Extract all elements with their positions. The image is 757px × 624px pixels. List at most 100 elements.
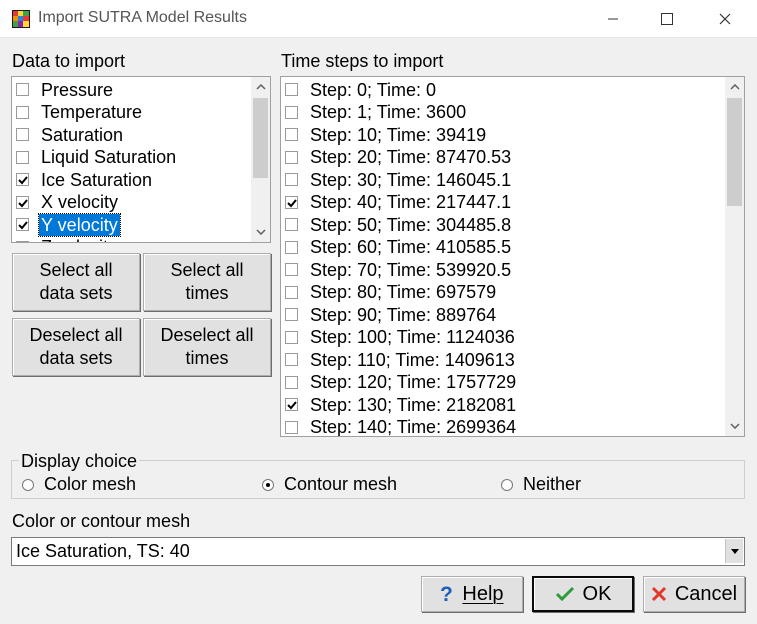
deselect-all-data-sets-button[interactable]: Deselect all data sets bbox=[12, 318, 140, 376]
deselect-all-times-button[interactable]: Deselect all times bbox=[143, 318, 271, 376]
checkbox[interactable] bbox=[16, 218, 29, 231]
time-step-item-label: Step: 10; Time: 39419 bbox=[310, 124, 487, 145]
time-step-item[interactable]: Step: 140; Time: 2699364 bbox=[285, 416, 518, 436]
checkbox[interactable] bbox=[285, 195, 298, 209]
time-step-item[interactable]: Step: 20; Time: 87470.53 bbox=[285, 146, 513, 169]
checkmark-icon bbox=[287, 401, 297, 410]
checkbox[interactable] bbox=[16, 240, 29, 242]
data-to-import-label: Data to import bbox=[12, 51, 126, 71]
time-steps-list[interactable]: Step: 140; Time: 2699364 Step: 130; Time:… bbox=[280, 76, 745, 437]
radio-contour-mesh[interactable]: Contour mesh bbox=[262, 474, 397, 495]
checkbox[interactable] bbox=[16, 105, 29, 119]
data-set-item-label: Liquid Saturation bbox=[41, 147, 177, 167]
time-step-item[interactable]: Step: 90; Time: 889764 bbox=[285, 303, 498, 326]
data-set-item[interactable]: X velocity bbox=[16, 191, 120, 214]
svg-text:?: ? bbox=[440, 584, 453, 604]
time-step-item[interactable]: Step: 10; Time: 39419 bbox=[285, 123, 488, 146]
data-set-item-label: Y velocity bbox=[38, 212, 121, 237]
scroll-down-icon[interactable] bbox=[251, 223, 270, 241]
time-step-item[interactable]: Step: 120; Time: 1757729 bbox=[285, 371, 518, 394]
help-button[interactable]: ? Help bbox=[421, 576, 523, 612]
time-step-item[interactable]: Step: 1; Time: 3600 bbox=[285, 101, 468, 124]
checkbox[interactable] bbox=[285, 218, 298, 231]
time-list-scrollbar[interactable] bbox=[725, 77, 744, 436]
cancel-x-icon bbox=[651, 586, 667, 602]
checkmark-icon bbox=[18, 221, 28, 230]
radio-icon[interactable] bbox=[262, 478, 274, 491]
data-set-item[interactable]: Z velocity bbox=[16, 236, 119, 242]
data-set-item[interactable]: Ice Saturation bbox=[16, 168, 154, 191]
time-step-item[interactable]: Step: 80; Time: 697579 bbox=[285, 281, 498, 304]
close-button[interactable] bbox=[699, 0, 751, 38]
chevron-down-icon[interactable] bbox=[725, 539, 743, 563]
radio-neither[interactable]: Neither bbox=[501, 474, 581, 495]
data-set-item[interactable]: Y velocity bbox=[16, 212, 121, 237]
radio-label: Neither bbox=[523, 474, 582, 494]
checkbox[interactable] bbox=[285, 353, 298, 366]
maximize-button[interactable] bbox=[641, 0, 693, 38]
checkbox[interactable] bbox=[285, 420, 298, 434]
time-step-item-label: Step: 70; Time: 539920.5 bbox=[310, 259, 512, 280]
time-step-item[interactable]: Step: 30; Time: 146045.1 bbox=[285, 168, 513, 191]
data-set-item[interactable]: Pressure bbox=[16, 78, 115, 101]
data-set-item[interactable]: Liquid Saturation bbox=[16, 146, 178, 169]
time-step-item[interactable]: Step: 110; Time: 1409613 bbox=[285, 348, 517, 371]
checkbox[interactable] bbox=[16, 173, 29, 186]
ok-button[interactable]: OK bbox=[532, 576, 634, 612]
scroll-thumb[interactable] bbox=[253, 98, 268, 178]
time-step-item[interactable]: Step: 60; Time: 410585.5 bbox=[285, 236, 513, 259]
radio-color-mesh[interactable]: Color mesh bbox=[22, 474, 136, 495]
time-step-item[interactable]: Step: 0; Time: 0 bbox=[285, 78, 438, 101]
data-set-item[interactable]: Temperature bbox=[16, 101, 144, 124]
checkbox[interactable] bbox=[285, 285, 298, 299]
data-set-item-label: Temperature bbox=[41, 102, 143, 122]
radio-icon[interactable] bbox=[501, 478, 513, 491]
checkbox[interactable] bbox=[16, 150, 29, 164]
scroll-thumb[interactable] bbox=[727, 98, 742, 206]
checkbox[interactable] bbox=[285, 150, 298, 164]
time-step-item-label: Step: 60; Time: 410585.5 bbox=[310, 237, 512, 257]
checkbox[interactable] bbox=[285, 83, 298, 96]
time-step-item[interactable]: Step: 40; Time: 217447.1 bbox=[285, 191, 513, 214]
maximize-icon bbox=[661, 13, 673, 25]
data-set-item-label: Z velocity bbox=[39, 236, 119, 242]
time-step-item-label: Step: 20; Time: 87470.53 bbox=[310, 147, 512, 167]
data-to-import-list[interactable]: Z velocityY velocityX velocityIce Satura… bbox=[11, 76, 271, 243]
time-step-item[interactable]: Step: 100; Time: 1124036 bbox=[285, 326, 517, 349]
data-set-item[interactable]: Saturation bbox=[16, 123, 125, 146]
checkbox[interactable] bbox=[285, 128, 298, 141]
time-step-item-label: Step: 110; Time: 1409613 bbox=[310, 349, 515, 370]
select-all-times-button[interactable]: Select all times bbox=[143, 253, 271, 311]
checkbox[interactable] bbox=[16, 83, 29, 96]
checkbox[interactable] bbox=[16, 195, 29, 209]
select-all-data-sets-button[interactable]: Select all data sets bbox=[12, 253, 140, 311]
checkbox[interactable] bbox=[16, 128, 29, 141]
checkbox[interactable] bbox=[285, 240, 298, 254]
time-step-item-label: Step: 1; Time: 3600 bbox=[310, 102, 467, 122]
mesh-select[interactable]: Ice Saturation, TS: 40 bbox=[11, 537, 745, 566]
minimize-button[interactable] bbox=[587, 0, 639, 38]
checkbox[interactable] bbox=[285, 308, 298, 321]
scroll-down-icon[interactable] bbox=[725, 417, 744, 435]
help-label: Help bbox=[462, 582, 504, 605]
scroll-up-icon[interactable] bbox=[725, 78, 744, 96]
ok-label: OK bbox=[582, 582, 612, 605]
checkbox[interactable] bbox=[285, 398, 298, 411]
checkbox[interactable] bbox=[285, 330, 298, 344]
scroll-up-icon[interactable] bbox=[251, 78, 270, 96]
time-step-item[interactable]: Step: 130; Time: 2182081 bbox=[285, 393, 518, 416]
data-list-scrollbar[interactable] bbox=[251, 77, 270, 242]
checkbox[interactable] bbox=[285, 263, 298, 276]
checkmark-icon bbox=[555, 586, 575, 602]
checkbox[interactable] bbox=[285, 105, 298, 119]
checkbox[interactable] bbox=[285, 375, 298, 389]
checkmark-icon bbox=[287, 198, 297, 207]
time-step-item[interactable]: Step: 50; Time: 304485.8 bbox=[285, 213, 513, 236]
app-icon bbox=[12, 10, 30, 28]
checkbox[interactable] bbox=[285, 173, 298, 186]
time-step-item[interactable]: Step: 70; Time: 539920.5 bbox=[285, 258, 513, 281]
time-step-item-label: Step: 80; Time: 697579 bbox=[310, 282, 497, 302]
radio-icon[interactable] bbox=[22, 478, 34, 491]
time-step-item-label: Step: 50; Time: 304485.8 bbox=[310, 214, 512, 235]
cancel-button[interactable]: Cancel bbox=[643, 576, 745, 612]
